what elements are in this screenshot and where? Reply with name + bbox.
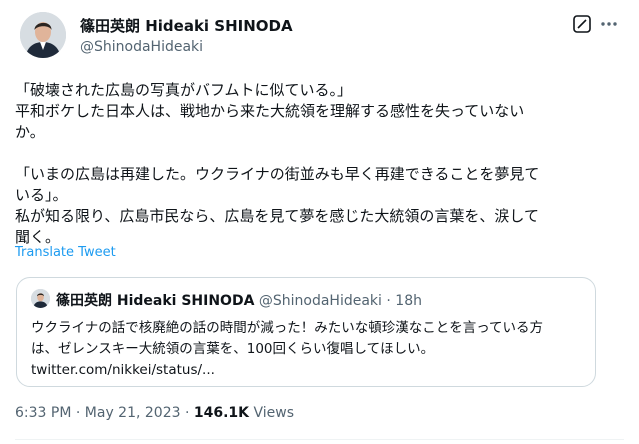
tweet-time[interactable]: 6:33 PM	[15, 405, 71, 421]
tweet-date[interactable]: May 21, 2023	[85, 405, 181, 421]
footer-separator-2: ·	[184, 405, 190, 421]
quoted-author-name: 篠田英朗 Hideaki SHINODA	[56, 293, 255, 309]
quoted-tweet[interactable]: 篠田英朗 Hideaki SHINODA @ShinodaHideaki · 1…	[16, 277, 596, 387]
author-handle[interactable]: @ShinodaHideaki	[80, 39, 203, 55]
more-options-icon[interactable]	[597, 12, 621, 36]
author-name[interactable]: 篠田英朗 Hideaki SHINODA	[80, 15, 293, 36]
tweet-text: 「破壊された広島の写真がバフムトに似ている。」 平和ボケした日本人は、戦地から来…	[15, 81, 540, 246]
grok-icon[interactable]	[570, 12, 594, 36]
author-avatar[interactable]	[20, 12, 66, 58]
quoted-separator: ·	[386, 293, 391, 309]
divider	[15, 439, 624, 440]
quoted-time: 18h	[395, 293, 422, 309]
person-avatar-icon	[31, 289, 50, 308]
quoted-header: 篠田英朗 Hideaki SHINODA @ShinodaHideaki · 1…	[56, 290, 422, 310]
quoted-author-handle: @ShinodaHideaki	[258, 293, 382, 309]
translate-tweet-link[interactable]: Translate Tweet	[15, 245, 116, 260]
footer-separator: ·	[75, 405, 81, 421]
views-label: Views	[253, 405, 295, 421]
quoted-author-avatar	[31, 289, 50, 308]
quoted-text: ウクライナの話で核廃絶の話の時間が減った！みたいな頓珍漢なことを言っている方 は…	[31, 320, 544, 378]
views-count: 146.1K	[193, 405, 250, 421]
person-avatar-icon	[20, 12, 66, 58]
tweet-footer: 6:33 PM · May 21, 2023 · 146.1K Views	[15, 405, 294, 421]
